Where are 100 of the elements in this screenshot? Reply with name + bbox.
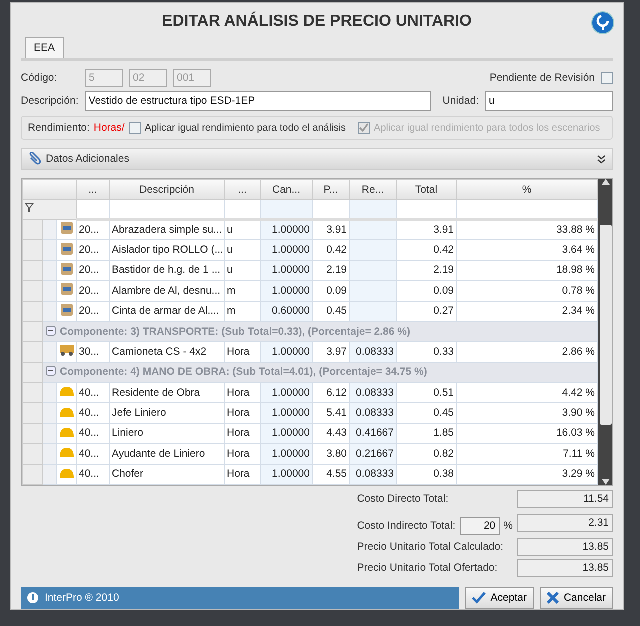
field-label: Código: xyxy=(21,72,58,84)
option-label: Aplicar igual rendimiento para todo el análisis xyxy=(144,122,346,134)
table-cell: Residente de Obra xyxy=(110,382,224,403)
table-cell: Hora xyxy=(224,444,260,464)
table-cell: 20... xyxy=(76,280,110,301)
table-cell: 0.08333 xyxy=(350,402,396,424)
table-cell: 2.19 xyxy=(312,260,350,281)
table-cell: 40... xyxy=(76,423,110,444)
table-cell: 3.29 % xyxy=(456,464,598,484)
table-cell: 6.12 xyxy=(312,382,350,403)
table-cell: 7.11 % xyxy=(456,444,598,464)
column-header[interactable]: % xyxy=(456,180,598,200)
table-cell: Alambre de Al, desnu... xyxy=(110,280,224,301)
table-cell: 2.19 xyxy=(396,260,456,281)
table-cell: 0.42 xyxy=(396,240,456,260)
table-cell xyxy=(350,240,396,260)
table-cell: 0.82 xyxy=(396,444,456,464)
table-cell: 0.45 xyxy=(396,402,456,424)
scrollbar[interactable] xyxy=(598,179,612,485)
table-cell: 20... xyxy=(76,240,110,260)
table-cell: 5.41 xyxy=(312,402,350,424)
section-header[interactable]: Datos Adicionales xyxy=(21,148,613,170)
accept-button[interactable]: Aceptar xyxy=(464,587,534,609)
table-cell: Cinta de armar de Al.... xyxy=(110,301,224,322)
table-cell: 4.55 xyxy=(312,464,350,484)
table-cell: 18.98 % xyxy=(456,260,598,281)
table-cell: 1.00000 xyxy=(260,444,312,464)
total-field[interactable]: 11.54 xyxy=(517,490,613,508)
checkbox[interactable] xyxy=(128,122,141,134)
table-cell: 0.09 xyxy=(312,280,350,301)
table-cell: 20... xyxy=(76,260,110,281)
double-chevron-icon[interactable] xyxy=(597,154,606,164)
group-label: Componente: 4) MANO DE OBRA: (Sub Total=4.01), (Porcentaje= 34.75 %) xyxy=(60,366,428,378)
table-cell: 0.21667 xyxy=(350,444,396,464)
table-cell: Hora xyxy=(224,402,260,424)
table-cell: Camioneta CS - 4x2 xyxy=(110,342,224,362)
option-label: Aplicar igual rendimiento para todos los escenarios xyxy=(374,122,600,134)
window-title: EDITAR ANÁLISIS DE PRECIO UNITARIO xyxy=(161,10,473,32)
table-cell: 0.08333 xyxy=(350,342,396,362)
table-cell: 0.78 % xyxy=(456,280,598,301)
unit-field[interactable]: u xyxy=(485,91,613,111)
paperclip-icon xyxy=(28,152,42,166)
table-cell: 1.85 xyxy=(396,423,456,444)
table-cell: Liniero xyxy=(110,423,224,444)
table-cell: Hora xyxy=(224,382,260,403)
column-header[interactable]: ... xyxy=(76,180,110,200)
table-cell xyxy=(350,301,396,322)
hard-hat-icon xyxy=(58,446,74,458)
box-icon xyxy=(60,242,74,256)
table-cell: 0.41667 xyxy=(350,423,396,444)
table-cell: 3.64 % xyxy=(456,240,598,260)
table-cell: Hora xyxy=(224,464,260,484)
table-cell: 40... xyxy=(76,464,110,484)
cancel-button[interactable]: Cancelar xyxy=(540,587,613,609)
table-cell: 40... xyxy=(76,402,110,424)
table-cell: 1.00000 xyxy=(260,280,312,301)
close-icon xyxy=(546,592,559,604)
table-cell: 1.00000 xyxy=(260,402,312,424)
column-header[interactable]: Re... xyxy=(350,180,396,200)
box-icon xyxy=(60,262,74,276)
table-cell xyxy=(350,260,396,281)
description-field[interactable]: Vestido de estructura tipo ESD-1EP xyxy=(84,91,431,111)
column-header[interactable]: Total xyxy=(396,180,456,200)
filter-icon[interactable] xyxy=(25,203,34,213)
section-title: Datos Adicionales xyxy=(46,153,130,165)
collapse-icon[interactable] xyxy=(46,366,56,376)
table-cell: 33.88 % xyxy=(456,220,598,240)
total-label: Costo Directo Total: xyxy=(357,493,450,505)
truck-icon xyxy=(58,343,74,358)
table-cell: Jefe Liniero xyxy=(110,402,224,424)
checkmark-icon xyxy=(472,592,486,604)
column-header[interactable]: Can... xyxy=(260,180,312,200)
column-header[interactable]: Descripción xyxy=(110,180,224,200)
table-cell: 0.33 xyxy=(396,342,456,362)
table-cell: 3.90 % xyxy=(456,402,598,424)
column-header[interactable]: P... xyxy=(312,180,350,200)
table-cell: 3.80 xyxy=(312,444,350,464)
hard-hat-icon xyxy=(58,466,74,479)
collapse-icon[interactable] xyxy=(46,326,56,336)
table-cell: 4.42 % xyxy=(456,382,598,403)
scroll-down-icon[interactable] xyxy=(602,479,610,485)
table-cell: Aislador tipo ROLLO (... xyxy=(110,240,224,260)
total-label: Precio Unitario Total Ofertado: xyxy=(357,562,499,574)
total-field[interactable]: 13.85 xyxy=(517,538,613,556)
total-field[interactable]: 13.85 xyxy=(517,559,613,577)
column-header[interactable]: ... xyxy=(224,180,260,200)
table-cell: u xyxy=(224,240,260,260)
table-cell: 1.00000 xyxy=(260,260,312,281)
help-icon[interactable] xyxy=(591,11,615,35)
table-cell: 3.97 xyxy=(312,342,350,362)
box-icon xyxy=(60,302,74,317)
table-cell: 0.60000 xyxy=(260,301,312,322)
checkbox[interactable] xyxy=(601,72,613,84)
table-cell: 20... xyxy=(76,301,110,322)
table-cell: 16.03 % xyxy=(456,423,598,444)
percent-field[interactable]: 20 xyxy=(460,517,500,535)
total-field[interactable]: 2.31 xyxy=(517,514,613,532)
scroll-up-icon[interactable] xyxy=(602,179,610,185)
table-cell: m xyxy=(224,280,260,301)
tab[interactable]: EEA xyxy=(25,37,64,58)
